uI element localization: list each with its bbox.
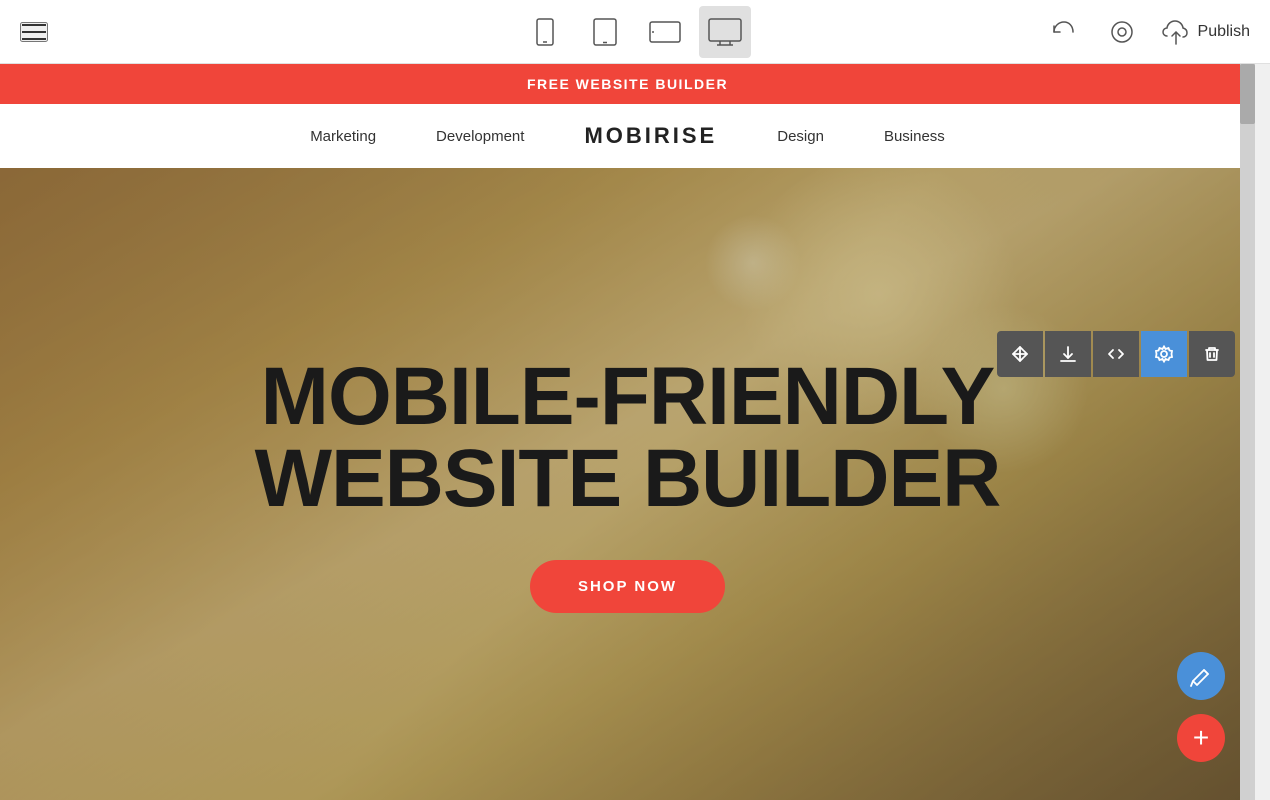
nav-link-development[interactable]: Development [436, 128, 524, 145]
site-brand: MOBIRISE [584, 123, 717, 149]
publish-button[interactable]: Publish [1162, 19, 1250, 45]
undo-button[interactable] [1044, 13, 1082, 51]
desktop-view-button[interactable] [699, 6, 751, 58]
section-code-button[interactable] [1093, 331, 1139, 377]
fab-add-button[interactable]: + [1177, 714, 1225, 762]
hero-title-line2: WEBSITE BUILDER [255, 438, 1001, 520]
banner-text: FREE WEBSITE BUILDER [527, 76, 728, 92]
toolbar-right: Publish [1044, 13, 1250, 51]
section-settings-button[interactable] [1141, 331, 1187, 377]
hero-title-line1: MOBILE-FRIENDLY [255, 356, 1001, 438]
tablet-landscape-button[interactable] [639, 6, 691, 58]
scrollbar-thumb[interactable] [1240, 64, 1255, 124]
toolbar-left [20, 22, 48, 42]
site-navbar: Marketing Development MOBIRISE Design Bu… [0, 104, 1255, 168]
canvas-area: FREE WEBSITE BUILDER Marketing Developme… [0, 64, 1255, 800]
section-move-button[interactable] [997, 331, 1043, 377]
section-download-button[interactable] [1045, 331, 1091, 377]
publish-label: Publish [1198, 23, 1250, 41]
section-toolbar [997, 331, 1235, 377]
device-switcher [519, 6, 751, 58]
scrollbar-track[interactable] [1240, 64, 1255, 800]
promo-banner: FREE WEBSITE BUILDER [0, 64, 1255, 104]
fab-add-icon: + [1193, 724, 1209, 752]
nav-link-marketing[interactable]: Marketing [310, 128, 376, 145]
hero-content: MOBILE-FRIENDLY WEBSITE BUILDER SHOP NOW [0, 168, 1255, 800]
hero-title: MOBILE-FRIENDLY WEBSITE BUILDER [255, 356, 1001, 520]
menu-button[interactable] [20, 22, 48, 42]
nav-link-design[interactable]: Design [777, 128, 824, 145]
tablet-view-button[interactable] [579, 6, 631, 58]
top-toolbar: Publish [0, 0, 1270, 64]
preview-button[interactable] [1102, 13, 1142, 51]
mobile-view-button[interactable] [519, 6, 571, 58]
cta-button[interactable]: SHOP NOW [530, 560, 725, 613]
nav-link-business[interactable]: Business [884, 128, 945, 145]
section-delete-button[interactable] [1189, 331, 1235, 377]
hero-section: MOBILE-FRIENDLY WEBSITE BUILDER SHOP NOW [0, 168, 1255, 800]
fab-edit-button[interactable] [1177, 652, 1225, 700]
